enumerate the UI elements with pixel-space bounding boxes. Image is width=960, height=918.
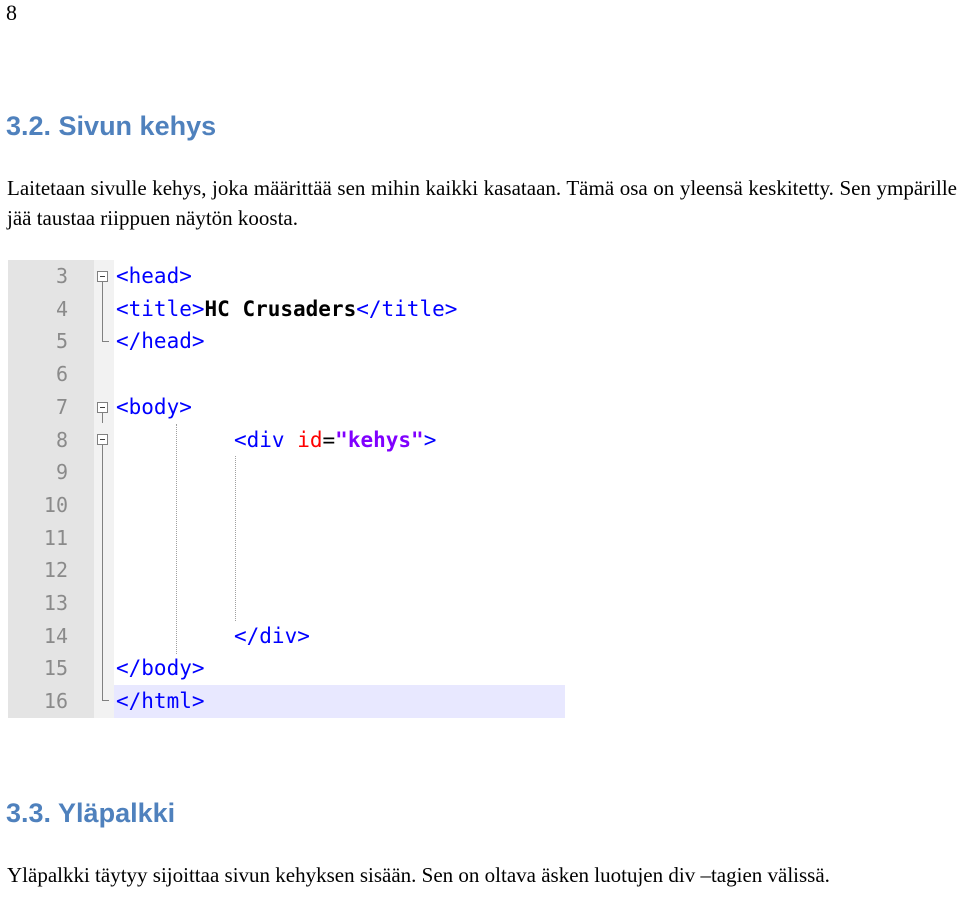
code-line[interactable]: 11 — [8, 522, 565, 555]
code-token: </html> — [116, 689, 205, 714]
fold-collapse-icon[interactable] — [97, 402, 108, 413]
code-text: </head> — [116, 327, 205, 355]
section-paragraph-sivun-kehys: Laitetaan sivulle kehys, joka määrittää … — [7, 176, 957, 230]
code-line[interactable]: 6 — [8, 358, 565, 391]
code-token: </title> — [356, 296, 458, 321]
code-token: <head> — [116, 264, 192, 288]
code-token: <div — [234, 427, 298, 452]
code-line[interactable]: 5 </head> — [8, 325, 565, 358]
code-text: <title>HC Crusaders</title> — [116, 295, 457, 323]
code-token: HC Crusaders — [204, 296, 357, 321]
fold-line — [102, 445, 103, 700]
code-token: = — [322, 427, 336, 452]
code-text: </div> — [234, 622, 310, 650]
page-number: 8 — [6, 0, 17, 25]
indent-guide — [176, 424, 177, 654]
code-token: </head> — [116, 329, 205, 354]
code-line[interactable]: 14 </div> — [8, 620, 565, 653]
code-line[interactable]: 10 — [8, 489, 565, 522]
line-number: 6 — [55, 362, 68, 387]
line-number: 8 — [55, 427, 68, 452]
line-number: 11 — [43, 525, 68, 550]
fold-collapse-icon[interactable] — [97, 271, 108, 282]
fold-line — [102, 282, 103, 341]
code-line[interactable]: 4 <title>HC Crusaders</title> — [8, 293, 565, 326]
line-number: 4 — [55, 296, 68, 321]
line-number: 12 — [43, 558, 68, 583]
section-heading-sivun-kehys: 3.2. Sivun kehys — [6, 111, 217, 141]
code-token: <body> — [116, 394, 192, 419]
fold-end-marker — [102, 700, 109, 701]
line-number: 13 — [43, 591, 68, 615]
fold-line — [102, 413, 103, 423]
code-line[interactable]: 9 — [8, 456, 565, 489]
line-number: 16 — [43, 689, 68, 714]
line-number: 15 — [43, 656, 68, 681]
code-token: <title> — [116, 296, 205, 321]
code-token: "kehys" — [335, 427, 424, 452]
line-number: 3 — [55, 264, 68, 288]
line-number: 9 — [55, 460, 68, 485]
fold-end-marker — [102, 341, 109, 342]
line-number: 10 — [43, 492, 68, 517]
code-editor-screenshot: 3 <head> 4 <title>HC Crusaders</title> 5 </he… — [8, 260, 565, 718]
code-line[interactable]: 13 — [8, 587, 565, 620]
code-line[interactable]: 15 </body> — [8, 652, 565, 685]
code-token: </div> — [234, 623, 310, 648]
code-text: </html> — [116, 687, 205, 715]
code-line[interactable]: 3 <head> — [8, 260, 565, 293]
indent-guide — [235, 456, 236, 621]
code-text: <head> — [116, 262, 192, 290]
code-line[interactable]: 8 <div id="kehys"> — [8, 424, 565, 457]
section-paragraph-ylapalkki: Yläpalkki täytyy sijoittaa sivun kehykse… — [7, 863, 830, 887]
line-number: 5 — [55, 329, 68, 354]
code-text: </body> — [116, 654, 205, 682]
code-line[interactable]: 16 </html> — [8, 685, 565, 718]
line-number: 7 — [55, 394, 68, 419]
code-token: </body> — [116, 656, 205, 681]
fold-collapse-icon[interactable] — [97, 434, 108, 445]
code-text: <body> — [116, 393, 192, 421]
code-token: > — [423, 427, 437, 452]
code-line[interactable]: 7 <body> — [8, 391, 565, 424]
code-text: <div id="kehys"> — [234, 426, 436, 454]
code-line[interactable]: 12 — [8, 554, 565, 587]
code-token: id — [297, 427, 323, 452]
line-number: 14 — [43, 623, 68, 648]
section-heading-ylapalkki: 3.3. Yläpalkki — [6, 798, 176, 828]
